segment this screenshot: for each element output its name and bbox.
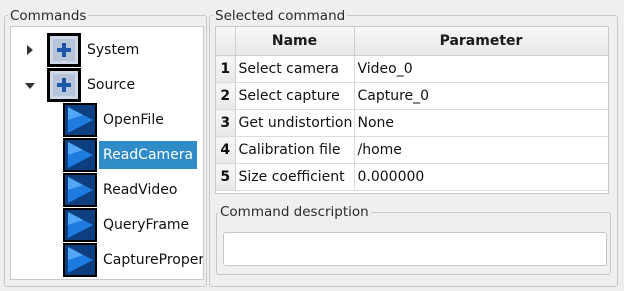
selected-command-group-title: Selected command (213, 8, 348, 24)
parameters-table[interactable]: Name Parameter 1 Select camera Video_0 2… (215, 26, 609, 194)
corner-header[interactable] (216, 27, 236, 56)
param-name-cell[interactable]: Select capture (235, 82, 355, 110)
tree-item-system[interactable]: System (47, 33, 143, 67)
tree-item-label: System (87, 42, 140, 58)
play-arrow-icon (63, 138, 97, 172)
param-value-cell[interactable]: /home (354, 136, 608, 164)
row-header[interactable]: 2 (216, 82, 236, 110)
collapse-arrow-icon[interactable] (25, 81, 35, 91)
tree-item-captureproperty[interactable]: CaptureProperty (63, 243, 204, 277)
commands-group-title: Commands (8, 8, 89, 24)
plus-square-icon (47, 68, 81, 102)
column-header-parameter[interactable]: Parameter (354, 27, 608, 56)
tree-item-label: QueryFrame (103, 217, 190, 233)
tree-item-readvideo[interactable]: ReadVideo (63, 173, 181, 207)
param-name-cell[interactable]: Calibration file (235, 136, 355, 164)
tree-item-label: ReadVideo (103, 182, 178, 198)
tree-item-readcamera[interactable]: ReadCamera (63, 138, 198, 172)
table-row[interactable]: 1 Select camera Video_0 (216, 55, 608, 83)
param-value-cell[interactable]: Capture_0 (354, 82, 608, 110)
plus-square-icon (47, 33, 81, 67)
tree-item-label: OpenFile (103, 112, 164, 128)
table-row[interactable]: 5 Size coefficient 0.000000 (216, 163, 608, 191)
row-header[interactable]: 3 (216, 109, 236, 137)
param-name-cell[interactable]: Get undistortion c (235, 109, 355, 137)
table-row[interactable]: 2 Select capture Capture_0 (216, 82, 608, 110)
tree-item-source[interactable]: Source (47, 68, 139, 102)
param-value-cell[interactable]: 0.000000 (354, 163, 608, 191)
expand-arrow-icon[interactable] (25, 45, 35, 55)
table-row[interactable]: 4 Calibration file /home (216, 136, 608, 164)
tree-item-queryframe[interactable]: QueryFrame (63, 208, 193, 242)
tree-item-label: CaptureProperty (103, 252, 204, 268)
row-header[interactable]: 4 (216, 136, 236, 164)
tree-item-label: Source (87, 77, 136, 93)
commands-tree[interactable]: System Source OpenFile ReadCamera ReadVi… (10, 26, 204, 280)
column-header-name[interactable]: Name (235, 27, 355, 56)
param-name-cell[interactable]: Select camera (235, 55, 355, 83)
table-header-row: Name Parameter (216, 27, 608, 56)
param-value-cell[interactable]: None (354, 109, 608, 137)
play-arrow-icon (63, 173, 97, 207)
command-description-field[interactable] (223, 232, 607, 266)
table-row[interactable]: 3 Get undistortion c None (216, 109, 608, 137)
play-arrow-icon (63, 208, 97, 242)
param-name-cell[interactable]: Size coefficient (235, 163, 355, 191)
play-arrow-icon (63, 103, 97, 137)
param-value-cell[interactable]: Video_0 (354, 55, 608, 83)
row-header[interactable]: 5 (216, 163, 236, 191)
row-header[interactable]: 1 (216, 55, 236, 83)
tree-item-label-selected: ReadCamera (99, 141, 198, 169)
play-arrow-icon (63, 243, 97, 277)
tree-item-openfile[interactable]: OpenFile (63, 103, 168, 137)
command-description-title: Command description (218, 204, 371, 220)
